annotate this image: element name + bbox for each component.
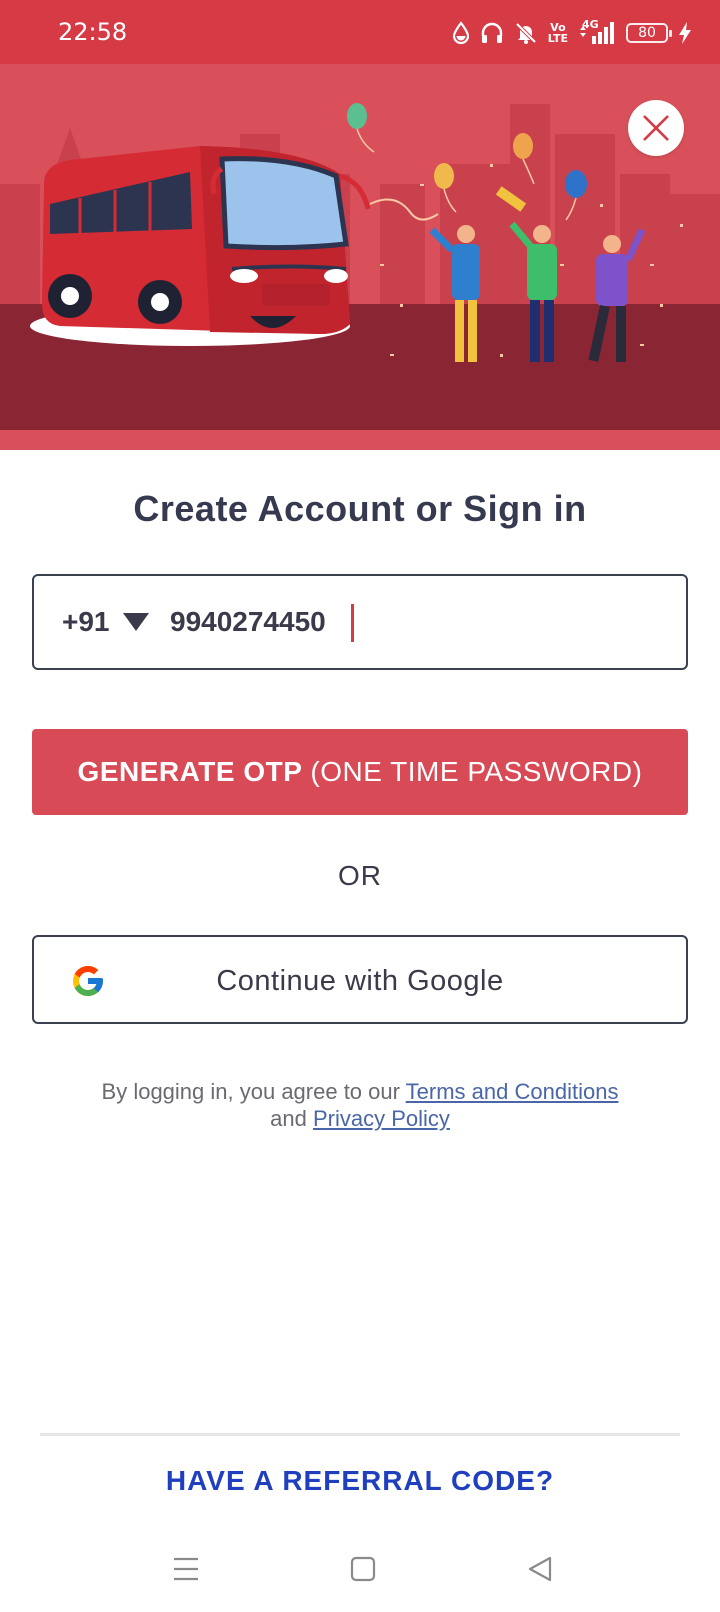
continue-with-google-button[interactable]: Continue with Google [32, 935, 688, 1024]
charging-icon [679, 22, 691, 44]
volte-icon: Vo LTE [548, 22, 568, 44]
status-bar: 22:58 Vo LTE 4G 80 [0, 0, 720, 64]
otp-button-label: GENERATE OTP [77, 756, 303, 787]
bus-celebration-illustration [0, 64, 720, 450]
privacy-link[interactable]: Privacy Policy [313, 1106, 450, 1131]
legal-text: By logging in, you agree to our Terms an… [0, 1078, 720, 1132]
headphones-icon [481, 22, 502, 43]
text-cursor [351, 604, 354, 642]
or-separator: OR [338, 860, 382, 891]
signal-icon: 4G [578, 18, 616, 46]
system-nav-bar [0, 1540, 720, 1612]
divider [40, 1433, 680, 1436]
menu-icon[interactable] [172, 1554, 200, 1584]
mute-icon [515, 22, 537, 44]
terms-link[interactable]: Terms and Conditions [406, 1079, 619, 1104]
phone-number-input[interactable] [170, 598, 530, 646]
back-triangle-icon[interactable] [526, 1554, 554, 1584]
referral-code-link[interactable]: HAVE A REFERRAL CODE? [0, 1465, 720, 1497]
close-button[interactable] [628, 100, 684, 156]
battery-icon: 80 [626, 23, 672, 43]
hero-banner [0, 64, 720, 450]
otp-button-sublabel: (ONE TIME PASSWORD) [310, 756, 643, 787]
google-button-label: Continue with Google [216, 965, 504, 997]
phone-field[interactable]: +91 [32, 574, 688, 670]
water-drop-icon [452, 21, 469, 45]
close-icon [643, 115, 669, 141]
status-icons: Vo LTE 4G 80 [452, 18, 692, 48]
home-square-icon[interactable] [350, 1554, 376, 1584]
generate-otp-button[interactable]: GENERATE OTP (ONE TIME PASSWORD) [32, 729, 688, 815]
page-title: Create Account or Sign in [133, 488, 587, 529]
legal-and: and [270, 1106, 307, 1131]
legal-prefix: By logging in, you agree to our [101, 1079, 400, 1104]
volte-bottom: LTE [547, 32, 568, 45]
status-time: 22:58 [58, 18, 128, 46]
country-code[interactable]: +91 [62, 606, 110, 638]
chevron-down-icon[interactable] [122, 612, 150, 632]
